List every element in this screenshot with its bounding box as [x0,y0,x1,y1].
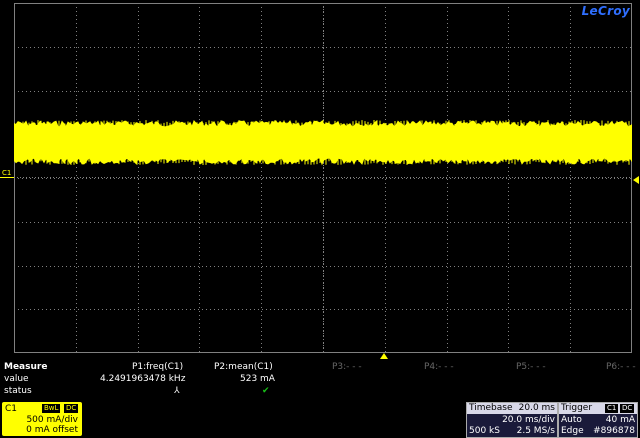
trigger-title: Trigger [561,403,593,413]
p1-name[interactable]: P1:freq(C1) [132,362,183,372]
p1-value: 4.2491963478 kHz [100,374,186,384]
oscilloscope-screen: LeCroy C1 Measure P1:freq(C1) P2:mean(C1… [0,0,640,438]
bandwidth-limit-badge: BwL [42,404,61,413]
channel-label: C1 [5,404,18,414]
timebase-box[interactable]: Timebase 20.0 ms 20.0 ms/div 500 kS 2.5 … [466,402,558,438]
trigger-level: 40 mA [605,415,635,425]
timebase-samples: 500 kS [469,426,500,436]
channel-ground-marker: C1 [2,169,12,177]
trigger-source-badge: C1 [605,404,619,413]
p5-name[interactable]: P5:- - - [516,362,546,372]
trigger-position-arrow-icon[interactable] [380,353,388,359]
brand-logo: LeCroy [581,4,630,18]
timebase-per-div: 20.0 ms/div [502,415,555,425]
trigger-box[interactable]: Trigger C1 DC Auto 40 mA Edge #896878 [558,402,638,438]
status-row-label: status [4,386,32,396]
value-row-label: value [4,374,29,384]
p2-status-check-icon: ✔ [262,386,270,396]
vertical-offset: 0 mA offset [26,425,78,435]
channel-descriptor-box[interactable]: C1 BwL DC 500 mA/div 0 mA offset [2,402,82,436]
measure-panel[interactable]: Measure P1:freq(C1) P2:mean(C1) P3:- - -… [0,360,640,400]
coupling-badge: DC [64,404,79,413]
p2-name[interactable]: P2:mean(C1) [214,362,273,372]
trigger-mode: Auto [561,415,582,425]
vertical-scale: 500 mA/div [26,415,78,425]
p1-status-icon: ⅄ [174,386,180,396]
waveform-display [14,3,632,353]
p3-name[interactable]: P3:- - - [332,362,362,372]
p6-name[interactable]: P6:- - - [606,362,636,372]
channel-ground-line [0,177,14,178]
timebase-title-value: 20.0 ms [518,403,555,413]
measure-value-row: value 4.2491963478 kHz 523 mA [0,374,640,386]
timebase-title-bar: Timebase 20.0 ms [467,403,557,414]
trigger-type: Edge [561,426,584,436]
trigger-level-arrow-icon[interactable] [633,176,639,184]
measure-title: Measure [4,362,48,372]
trigger-id: #896878 [593,426,635,436]
waveform-grid [14,3,632,353]
measure-header-row: Measure P1:freq(C1) P2:mean(C1) P3:- - -… [0,362,640,374]
p4-name[interactable]: P4:- - - [424,362,454,372]
trigger-title-bar: Trigger C1 DC [559,403,637,414]
timebase-title: Timebase [469,403,513,413]
p2-value: 523 mA [240,374,275,384]
timebase-sample-rate: 2.5 MS/s [516,426,555,436]
trigger-coupling-badge: DC [620,404,635,413]
measure-status-row: status ⅄ ✔ [0,386,640,398]
